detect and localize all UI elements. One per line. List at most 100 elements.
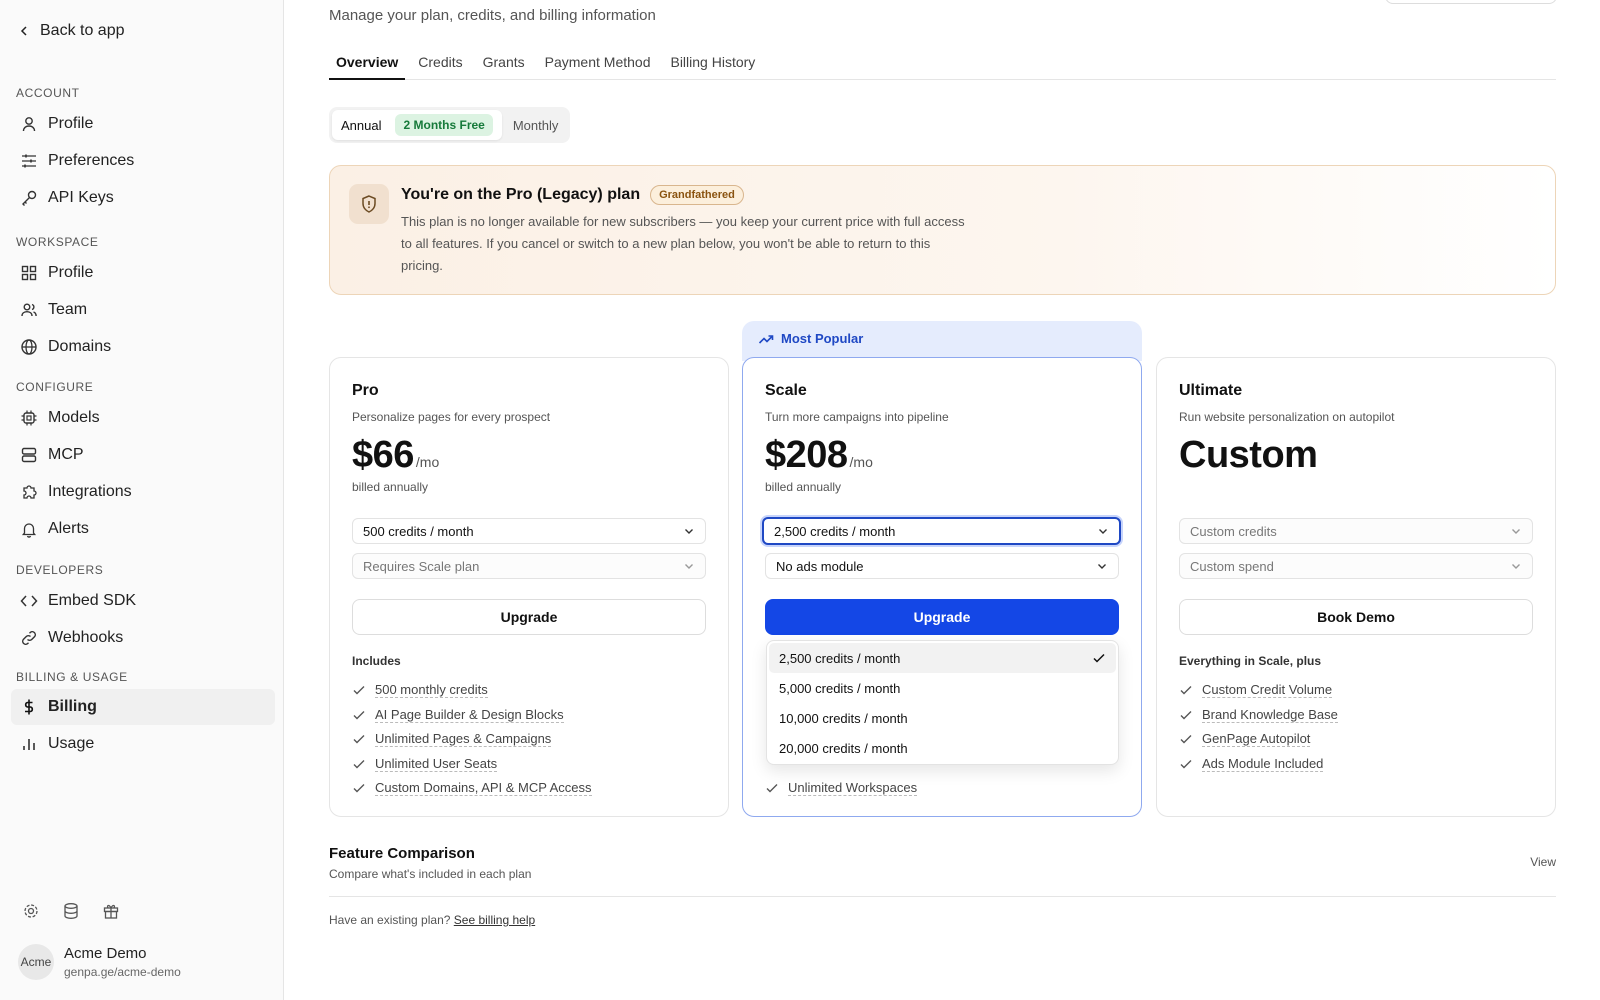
- key-icon: [22, 190, 37, 206]
- plan-price: Custom: [1179, 434, 1318, 477]
- bell-icon: [21, 523, 37, 538]
- option-label: 20,000 credits / month: [779, 740, 908, 756]
- sidebar-item-integrations[interactable]: Integrations: [11, 474, 275, 510]
- sidebar-item-webhooks[interactable]: Webhooks: [11, 620, 275, 656]
- annual-label: Annual: [341, 117, 382, 133]
- avatar: Acme: [18, 944, 54, 980]
- tab-billing-history[interactable]: Billing History: [663, 48, 762, 80]
- sidebar-item-label: Integrations: [48, 483, 132, 500]
- sidebar-item-api-keys[interactable]: API Keys: [11, 180, 275, 216]
- upgrade-button[interactable]: Upgrade: [765, 599, 1119, 635]
- sidebar-item-label: Models: [48, 409, 100, 426]
- toggle-monthly[interactable]: Monthly: [504, 110, 568, 140]
- feature-list: Custom Credit Volume Brand Knowledge Bas…: [1179, 678, 1338, 776]
- sidebar-item-domains[interactable]: Domains: [11, 329, 275, 365]
- feature-comparison-view-link[interactable]: View: [1530, 855, 1556, 869]
- feature-list: Unlimited Workspaces: [765, 776, 918, 801]
- feature-text: Unlimited Workspaces: [788, 780, 918, 797]
- billing-help-link[interactable]: See billing help: [454, 913, 535, 927]
- check-icon: [353, 784, 365, 793]
- option-label: 5,000 credits / month: [779, 680, 901, 696]
- tab-payment-method[interactable]: Payment Method: [538, 48, 658, 80]
- tab-overview[interactable]: Overview: [329, 48, 406, 80]
- header-action-button[interactable]: [1385, 0, 1557, 4]
- chevron-down-icon: [685, 564, 693, 569]
- back-to-app-link[interactable]: Back to app: [18, 22, 125, 40]
- check-icon: [1180, 686, 1192, 695]
- tab-credits[interactable]: Credits: [411, 48, 469, 80]
- feature-list: 500 monthly credits AI Page Builder & De…: [352, 678, 592, 801]
- feature-text: 500 monthly credits: [375, 682, 488, 699]
- feature-text: Unlimited Pages & Campaigns: [375, 731, 552, 748]
- plan-name: Ultimate: [1179, 382, 1243, 399]
- plan-description: Turn more campaigns into pipeline: [765, 410, 949, 424]
- plan-name: Scale: [765, 382, 807, 399]
- chevron-down-icon: [1512, 564, 1520, 569]
- price-period: /mo: [415, 454, 440, 470]
- toggle-annual[interactable]: Annual 2 Months Free: [332, 110, 502, 140]
- check-icon: [1180, 759, 1192, 769]
- sidebar-item-profile[interactable]: Profile: [11, 106, 275, 142]
- upgrade-button[interactable]: Upgrade: [352, 599, 706, 635]
- dropdown-option[interactable]: 5,000 credits / month: [769, 673, 1116, 703]
- sidebar-item-workspace-profile[interactable]: Profile: [11, 255, 275, 291]
- sidebar-item-preferences[interactable]: Preferences: [11, 143, 275, 179]
- dollar-icon: [24, 699, 34, 715]
- price-period: /mo: [849, 454, 873, 470]
- book-demo-button[interactable]: Book Demo: [1179, 599, 1533, 635]
- section-developers: DEVELOPERS: [16, 563, 104, 577]
- credits-dropdown-menu: 2,500 credits / month 5,000 credits / mo…: [766, 640, 1119, 765]
- plan-name: Pro: [352, 382, 379, 399]
- dropdown-option[interactable]: 10,000 credits / month: [769, 703, 1116, 733]
- credits-select[interactable]: 500 credits / month: [352, 518, 706, 544]
- feature-text: GenPage Autopilot: [1202, 731, 1311, 748]
- sidebar-item-billing[interactable]: Billing: [11, 689, 275, 725]
- users-icon: [21, 303, 37, 317]
- sidebar-item-mcp[interactable]: MCP: [11, 437, 275, 473]
- tab-bar: Overview Credits Grants Payment Method B…: [329, 48, 1556, 80]
- sidebar-item-usage[interactable]: Usage: [11, 726, 275, 762]
- dropdown-option[interactable]: 2,500 credits / month: [769, 643, 1116, 673]
- globe-icon: [21, 339, 37, 355]
- list-item: GenPage Autopilot: [1179, 727, 1338, 752]
- database-icon[interactable]: [62, 902, 80, 920]
- chevron-down-icon: [1098, 564, 1106, 569]
- section-workspace: WORKSPACE: [16, 235, 99, 249]
- tab-grants[interactable]: Grants: [476, 48, 532, 80]
- ads-module-select[interactable]: No ads module: [765, 553, 1119, 579]
- dropdown-option[interactable]: 20,000 credits / month: [769, 733, 1116, 763]
- spend-select[interactable]: Custom spend: [1179, 553, 1533, 579]
- select-value: Requires Scale plan: [363, 558, 480, 574]
- gift-icon[interactable]: [102, 902, 120, 920]
- addon-select[interactable]: Requires Scale plan: [352, 553, 706, 579]
- list-item: Unlimited User Seats: [352, 752, 592, 777]
- billing-help: Have an existing plan? See billing help: [329, 913, 535, 927]
- plan-price: $208 /mo: [765, 434, 873, 477]
- list-item: AI Page Builder & Design Blocks: [352, 703, 592, 728]
- cpu-icon: [21, 410, 37, 426]
- sidebar-item-models[interactable]: Models: [11, 400, 275, 436]
- legacy-title-row: You're on the Pro (Legacy) plan Grandfat…: [401, 185, 744, 205]
- plan-description: Personalize pages for every prospect: [352, 410, 551, 424]
- list-item: Unlimited Workspaces: [765, 776, 918, 801]
- gear-icon[interactable]: [22, 902, 40, 920]
- most-popular-label: Most Popular: [781, 331, 864, 346]
- credits-select[interactable]: 2,500 credits / month: [762, 517, 1121, 545]
- select-value: 2,500 credits / month: [774, 523, 896, 539]
- list-item: Ads Module Included: [1179, 752, 1338, 777]
- includes-label: Everything in Scale, plus: [1179, 654, 1322, 668]
- sidebar-item-label: Alerts: [48, 520, 89, 537]
- feature-text: Ads Module Included: [1202, 755, 1324, 772]
- credits-select[interactable]: Custom credits: [1179, 518, 1533, 544]
- plan-card-ultimate: Ultimate Run website personalization on …: [1156, 357, 1556, 817]
- sidebar-item-alerts[interactable]: Alerts: [11, 511, 275, 547]
- section-billing: BILLING & USAGE: [16, 670, 128, 684]
- sidebar-item-embed-sdk[interactable]: Embed SDK: [11, 583, 275, 619]
- check-icon: [1180, 710, 1192, 720]
- bar-chart-icon: [23, 739, 35, 750]
- sidebar-item-team[interactable]: Team: [11, 292, 275, 328]
- feature-comparison-section: Feature Comparison Compare what's includ…: [329, 845, 1556, 897]
- list-item: 500 monthly credits: [352, 678, 592, 703]
- sidebar-item-label: Webhooks: [48, 629, 124, 646]
- user-profile[interactable]: Acme Acme Demo genpa.ge/acme-demo: [18, 944, 181, 980]
